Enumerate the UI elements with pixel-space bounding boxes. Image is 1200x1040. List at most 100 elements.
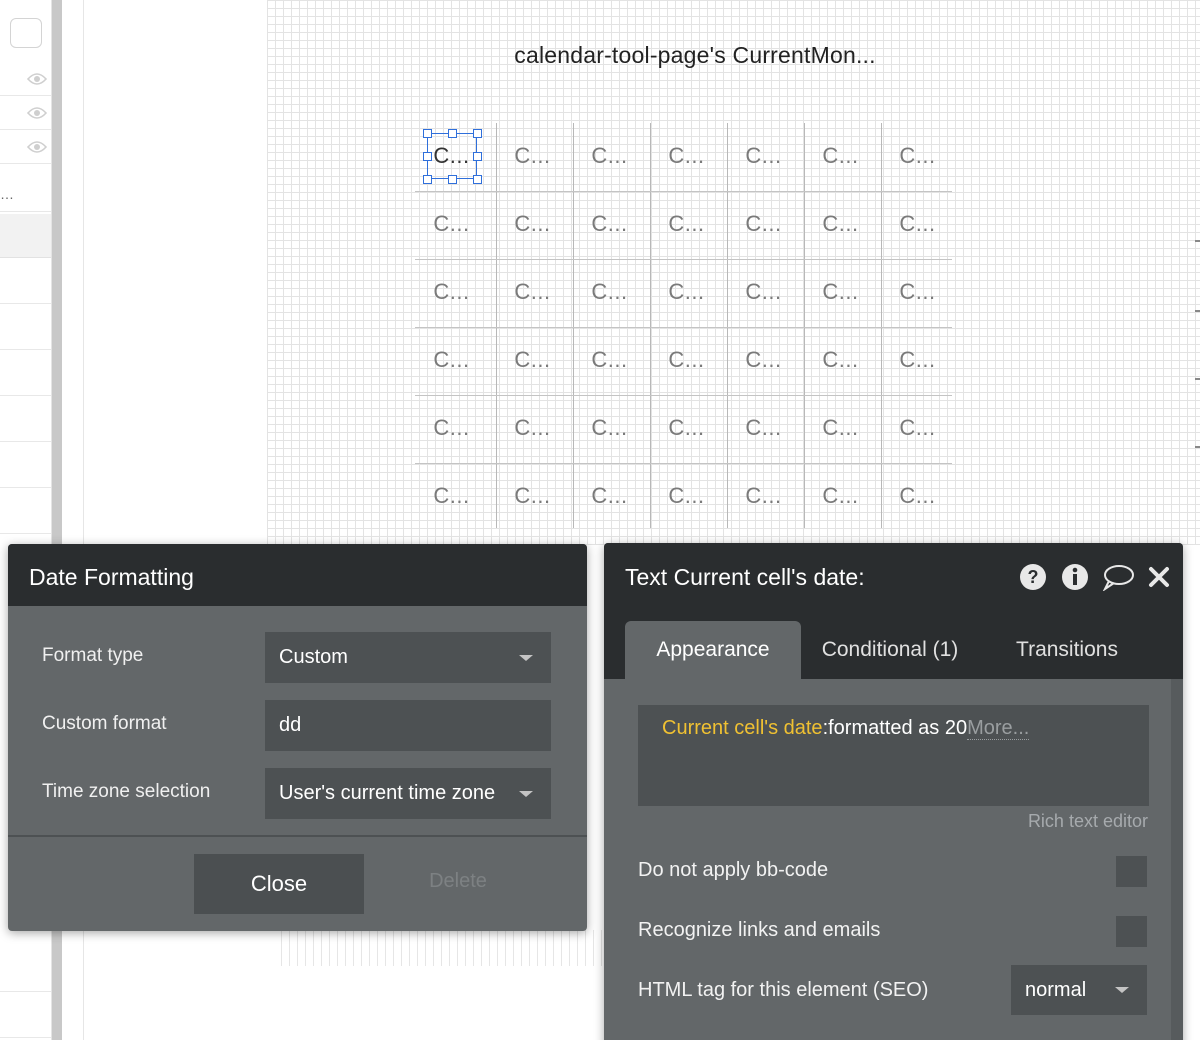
resize-handle[interactable] — [473, 152, 482, 161]
ruler-tick — [1195, 240, 1200, 242]
time-zone-dropdown[interactable]: User's current time zone — [265, 768, 551, 819]
calendar-cell-text[interactable]: C... — [494, 143, 571, 169]
resize-handle[interactable] — [423, 152, 432, 161]
ruler-tick — [1195, 446, 1200, 448]
custom-format-input[interactable]: dd — [265, 700, 551, 751]
eye-icon[interactable] — [27, 140, 47, 154]
info-icon[interactable] — [1061, 563, 1089, 591]
calendar-cell-text[interactable]: C... — [413, 211, 490, 237]
calendar-cell-text[interactable]: C... — [879, 279, 956, 305]
calendar-cell-text[interactable]: C... — [413, 483, 490, 509]
calendar-cell-text[interactable]: C... — [413, 279, 490, 305]
tree-row[interactable] — [0, 992, 51, 1038]
close-icon[interactable] — [1145, 563, 1173, 591]
calendar-cell-text[interactable]: C... — [571, 279, 648, 305]
tree-row[interactable] — [0, 62, 51, 96]
calendar-cell-text[interactable]: C... — [802, 415, 879, 441]
calendar-cell-text[interactable]: C... — [648, 279, 725, 305]
scrollbar[interactable] — [1171, 679, 1183, 1040]
calendar-cell-text[interactable]: C... — [725, 347, 802, 373]
tree-row[interactable] — [0, 130, 51, 164]
html-tag-dropdown[interactable]: normal — [1011, 965, 1147, 1015]
calendar-cell-text[interactable]: C... — [725, 415, 802, 441]
calendar-cell-text[interactable]: C... — [802, 483, 879, 509]
tree-row[interactable] — [0, 96, 51, 130]
calendar-cell-text[interactable]: C... — [879, 483, 956, 509]
tree-row[interactable] — [0, 258, 51, 304]
grid-column-divider — [727, 123, 728, 528]
property-editor-header[interactable]: Text Current cell's date: ? — [604, 543, 1183, 609]
resize-handle[interactable] — [448, 129, 457, 138]
tree-row[interactable] — [0, 164, 51, 212]
dynamic-expression[interactable]: Current cell's date — [662, 717, 823, 739]
tree-row[interactable] — [0, 304, 51, 350]
close-button[interactable]: Close — [194, 854, 364, 914]
calendar-cell-text[interactable]: C... — [802, 279, 879, 305]
calendar-cell-text[interactable]: C... — [725, 211, 802, 237]
bb-code-checkbox[interactable] — [1116, 856, 1147, 887]
text-content-editor[interactable]: Current cell's date:formatted as 20More.… — [638, 705, 1149, 806]
tab-appearance[interactable]: Appearance — [625, 621, 801, 679]
calendar-cell-text[interactable]: C... — [879, 415, 956, 441]
tree-row[interactable] — [0, 946, 51, 992]
calendar-cell-text[interactable]: C... — [571, 483, 648, 509]
more-link[interactable]: More... — [967, 717, 1030, 740]
tree-row[interactable] — [0, 488, 51, 534]
html-tag-value: normal — [1025, 979, 1087, 1001]
tab-transitions[interactable]: Transitions — [989, 621, 1145, 679]
comment-icon[interactable] — [1101, 563, 1135, 591]
chevron-down-icon — [519, 655, 533, 661]
calendar-cell-text[interactable]: C... — [802, 347, 879, 373]
selected-element-outline[interactable] — [423, 129, 482, 184]
calendar-cell-text[interactable]: C... — [494, 415, 571, 441]
calendar-cell-text[interactable]: C... — [648, 415, 725, 441]
calendar-cell-text[interactable]: C... — [802, 143, 879, 169]
tree-search-box[interactable] — [10, 18, 42, 48]
resize-handle[interactable] — [473, 129, 482, 138]
tree-row-selected[interactable] — [0, 214, 51, 258]
calendar-cell-text[interactable]: C... — [879, 347, 956, 373]
calendar-cell-text[interactable]: C... — [648, 347, 725, 373]
tab-conditional[interactable]: Conditional (1) — [808, 621, 972, 679]
calendar-repeating-group[interactable]: C... C... C... C... C... C... C... C... C... C...… — [415, 123, 952, 528]
calendar-cell-text[interactable]: C... — [725, 143, 802, 169]
calendar-cell-text[interactable]: C... — [413, 347, 490, 373]
resize-handle[interactable] — [423, 175, 432, 184]
delete-button[interactable]: Delete — [418, 870, 498, 893]
tree-row[interactable] — [0, 396, 51, 442]
resize-handle[interactable] — [473, 175, 482, 184]
calendar-cell-text[interactable]: C... — [725, 483, 802, 509]
calendar-cell-text[interactable]: C... — [571, 415, 648, 441]
calendar-cell-text[interactable]: C... — [802, 211, 879, 237]
calendar-cell-text[interactable]: C... — [648, 483, 725, 509]
calendar-cell-text[interactable]: C... — [879, 143, 956, 169]
format-type-dropdown[interactable]: Custom — [265, 632, 551, 683]
eye-icon[interactable] — [27, 106, 47, 120]
calendar-cell-text[interactable]: C... — [725, 279, 802, 305]
element-name[interactable]: Text Current cell's date: — [625, 564, 865, 591]
repeating-group-title: calendar-tool-page's CurrentMon... — [514, 42, 876, 68]
calendar-cell-text[interactable]: C... — [413, 415, 490, 441]
calendar-cell-text[interactable]: C... — [648, 143, 725, 169]
calendar-cell-text[interactable]: C... — [494, 483, 571, 509]
calendar-cell-text[interactable]: C... — [879, 211, 956, 237]
calendar-cell-text[interactable]: C... — [571, 211, 648, 237]
resize-handle[interactable] — [448, 175, 457, 184]
calendar-cell-text[interactable]: C... — [494, 347, 571, 373]
resize-handle[interactable] — [423, 129, 432, 138]
date-formatting-header[interactable]: Date Formatting — [8, 544, 587, 606]
calendar-cell-text[interactable]: C... — [571, 347, 648, 373]
tree-row[interactable] — [0, 350, 51, 396]
eye-icon[interactable] — [27, 72, 47, 86]
expression-operator[interactable]: :formatted as 20 — [823, 717, 968, 739]
rich-text-editor-link[interactable]: Rich text editor — [1028, 811, 1148, 832]
calendar-cell-text[interactable]: C... — [494, 279, 571, 305]
grid-row-divider — [415, 327, 952, 328]
time-zone-label: Time zone selection — [42, 781, 211, 802]
tree-row[interactable] — [0, 442, 51, 488]
calendar-cell-text[interactable]: C... — [494, 211, 571, 237]
calendar-cell-text[interactable]: C... — [571, 143, 648, 169]
calendar-cell-text[interactable]: C... — [648, 211, 725, 237]
links-emails-checkbox[interactable] — [1116, 916, 1147, 947]
help-icon[interactable]: ? — [1019, 563, 1047, 591]
